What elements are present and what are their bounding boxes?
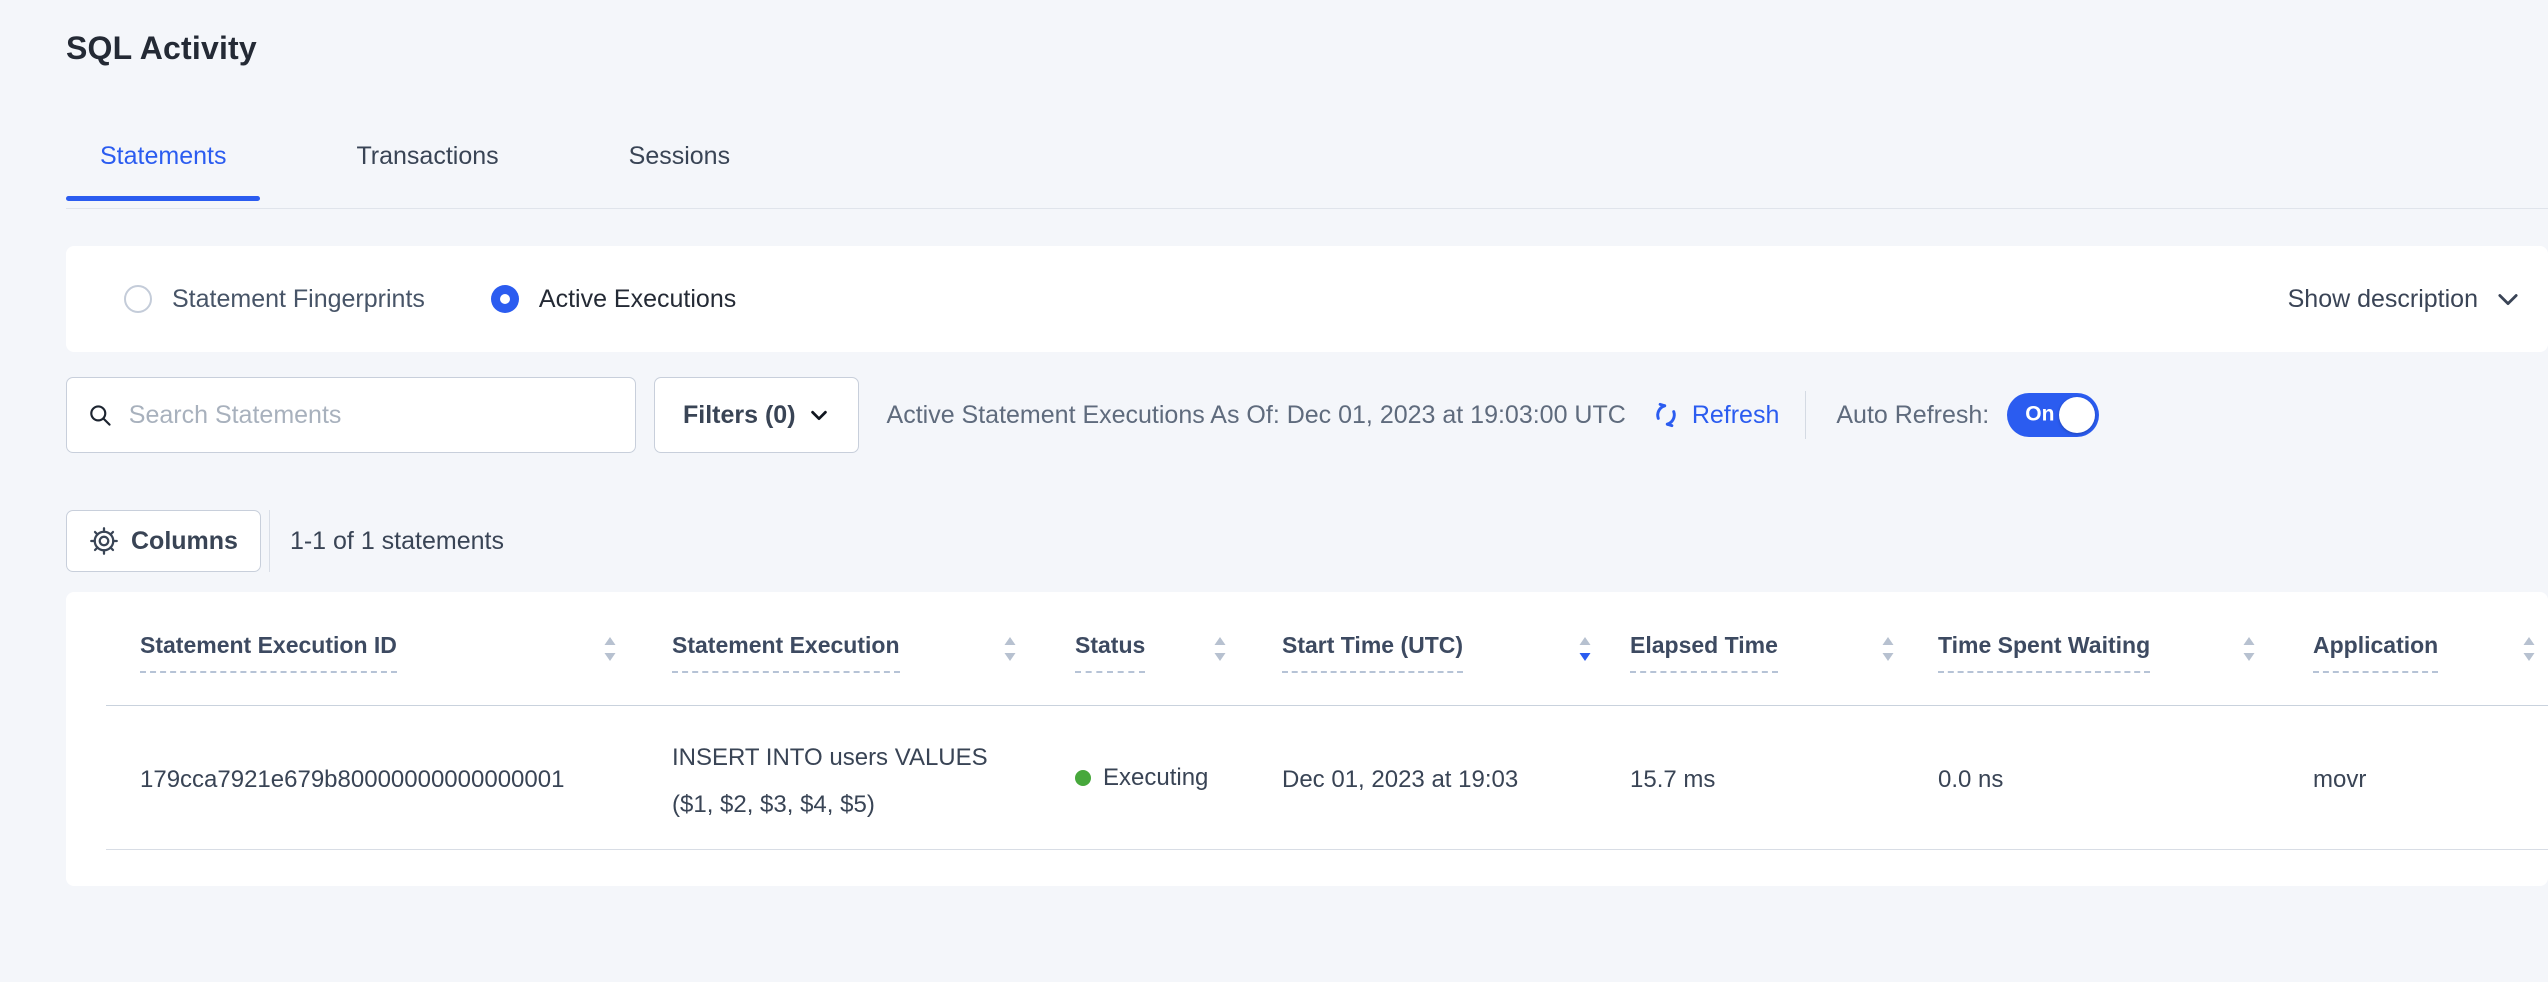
tab-sessions[interactable]: Sessions <box>595 142 764 199</box>
toggle-state-label: On <box>2025 403 2054 427</box>
column-header-label: Statement Execution ID <box>140 632 397 673</box>
sort-icon[interactable] <box>2239 634 2259 664</box>
columns-button[interactable]: Columns <box>66 510 261 572</box>
column-header-label: Application <box>2313 632 2438 673</box>
tab-bar-divider <box>66 208 2548 209</box>
radio-statement-fingerprints[interactable]: Statement Fingerprints <box>124 285 425 314</box>
filters-button[interactable]: Filters (0) <box>654 377 859 453</box>
chevron-down-icon <box>2494 285 2522 313</box>
column-header-start-time[interactable]: Start Time (UTC) <box>1282 632 1463 673</box>
tab-bar: Statements Transactions Sessions <box>66 142 826 199</box>
radio-active-executions[interactable]: Active Executions <box>491 285 736 314</box>
column-header-label: Status <box>1075 632 1145 673</box>
sort-icon[interactable] <box>600 634 620 664</box>
cell-start-time: Dec 01, 2023 at 19:03 <box>1282 766 1518 794</box>
auto-refresh-label: Auto Refresh: <box>1836 401 1989 430</box>
column-header-label: Time Spent Waiting <box>1938 632 2150 673</box>
column-header-status[interactable]: Status <box>1075 632 1145 673</box>
sort-icon-active-desc[interactable] <box>1575 634 1595 664</box>
cell-application: movr <box>2313 766 2366 794</box>
column-header-label: Start Time (UTC) <box>1282 632 1463 673</box>
radio-selected-icon <box>491 285 519 313</box>
controls-row: Filters (0) Active Statement Executions … <box>66 377 2548 453</box>
column-header-label: Statement Execution <box>672 632 900 673</box>
as-of-timestamp: Active Statement Executions As Of: Dec 0… <box>887 401 1626 430</box>
radio-label: Statement Fingerprints <box>172 285 425 314</box>
sort-icon[interactable] <box>1878 634 1898 664</box>
sql-activity-page: SQL Activity Statements Transactions Ses… <box>0 0 2548 982</box>
refresh-icon <box>1650 399 1682 431</box>
sort-icon[interactable] <box>1000 634 1020 664</box>
cell-time-spent-waiting: 0.0 ns <box>1938 766 2003 794</box>
table-row-divider <box>106 849 2548 850</box>
cell-execution-id: 179cca7921e679b80000000000000001 <box>140 766 564 794</box>
refresh-button[interactable]: Refresh <box>1650 399 1780 431</box>
column-header-statement-execution-id[interactable]: Statement Execution ID <box>140 632 397 673</box>
tab-statements[interactable]: Statements <box>66 142 260 199</box>
cell-statement-execution: INSERT INTO users VALUES ($1, $2, $3, $4… <box>672 734 988 828</box>
radio-unselected-icon <box>124 285 152 313</box>
column-header-elapsed-time[interactable]: Elapsed Time <box>1630 632 1778 673</box>
show-description-label: Show description <box>2288 285 2478 314</box>
view-mode-card: Statement Fingerprints Active Executions… <box>66 246 2548 352</box>
column-header-statement-execution[interactable]: Statement Execution <box>672 632 900 673</box>
columns-button-label: Columns <box>131 527 238 556</box>
refresh-label: Refresh <box>1692 401 1780 430</box>
column-header-application[interactable]: Application <box>2313 632 2438 673</box>
column-header-time-spent-waiting[interactable]: Time Spent Waiting <box>1938 632 2150 673</box>
filters-label: Filters (0) <box>683 401 796 430</box>
statement-line-2: ($1, $2, $3, $4, $5) <box>672 781 988 828</box>
radio-label: Active Executions <box>539 285 736 314</box>
search-icon <box>87 401 113 429</box>
search-box[interactable] <box>66 377 636 453</box>
tab-transactions[interactable]: Transactions <box>322 142 532 199</box>
sort-icon[interactable] <box>1210 634 1230 664</box>
page-title: SQL Activity <box>66 30 257 67</box>
results-bar: Columns 1-1 of 1 statements <box>66 510 504 572</box>
status-executing-dot-icon <box>1075 770 1091 786</box>
statements-table-card: Statement Execution ID Statement Executi… <box>66 592 2548 886</box>
search-input[interactable] <box>129 401 615 430</box>
show-description-button[interactable]: Show description <box>2288 285 2522 314</box>
toggle-knob <box>2059 397 2095 433</box>
cell-elapsed-time: 15.7 ms <box>1630 766 1715 794</box>
divider <box>269 510 270 572</box>
divider <box>1805 391 1806 439</box>
cell-status: Executing <box>1075 764 1208 792</box>
column-header-label: Elapsed Time <box>1630 632 1778 673</box>
sort-icon[interactable] <box>2519 634 2539 664</box>
table-header-divider <box>106 705 2548 706</box>
chevron-down-icon <box>808 404 830 426</box>
statement-line-1: INSERT INTO users VALUES <box>672 734 988 781</box>
gear-icon <box>89 526 119 556</box>
results-count: 1-1 of 1 statements <box>290 527 504 556</box>
auto-refresh-toggle[interactable]: On <box>2007 393 2099 437</box>
status-label: Executing <box>1103 764 1208 792</box>
